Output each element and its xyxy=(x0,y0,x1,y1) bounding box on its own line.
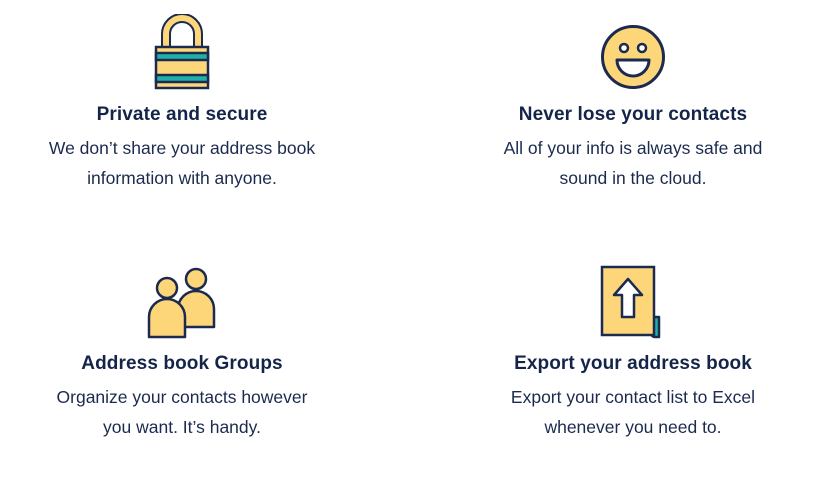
feature-description-line: information with anyone. xyxy=(87,168,277,188)
feature-description-line: We don’t share your address book xyxy=(48,138,316,158)
feature-address-book-groups: Address book Groups Organize your contac… xyxy=(17,263,347,442)
padlock-icon xyxy=(154,14,210,90)
feature-title: Never lose your contacts xyxy=(518,104,748,125)
feature-icon-wrap xyxy=(17,14,347,90)
feature-title: Address book Groups xyxy=(81,353,283,374)
people-group-icon xyxy=(147,267,216,339)
feature-description-line: you want. It’s handy. xyxy=(103,417,261,437)
feature-icon-wrap xyxy=(17,263,347,339)
feature-description: We don’t share your address book informa… xyxy=(17,133,347,193)
export-document-icon xyxy=(600,265,661,339)
feature-icon-wrap xyxy=(468,14,798,90)
feature-description-line: Export your contact list to Excel xyxy=(510,387,756,407)
feature-description: Organize your contacts however you want.… xyxy=(17,382,347,442)
feature-never-lose-contacts: Never lose your contacts All of your inf… xyxy=(468,14,798,193)
feature-description-line: sound in the cloud. xyxy=(559,168,707,188)
smiley-face-icon xyxy=(601,25,665,89)
feature-description: Export your contact list to Excel whenev… xyxy=(468,382,798,442)
feature-description: All of your info is always safe and soun… xyxy=(468,133,798,193)
feature-description-line: Organize your contacts however xyxy=(56,387,308,407)
feature-icon-wrap xyxy=(468,263,798,339)
feature-title: Export your address book xyxy=(514,353,752,374)
feature-private-secure: Private and secure We don’t share your a… xyxy=(17,14,347,193)
feature-description-line: All of your info is always safe and xyxy=(503,138,763,158)
feature-export-address-book: Export your address book Export your con… xyxy=(468,263,798,442)
feature-title: Private and secure xyxy=(96,104,268,125)
feature-description-line: whenever you need to. xyxy=(544,417,722,437)
